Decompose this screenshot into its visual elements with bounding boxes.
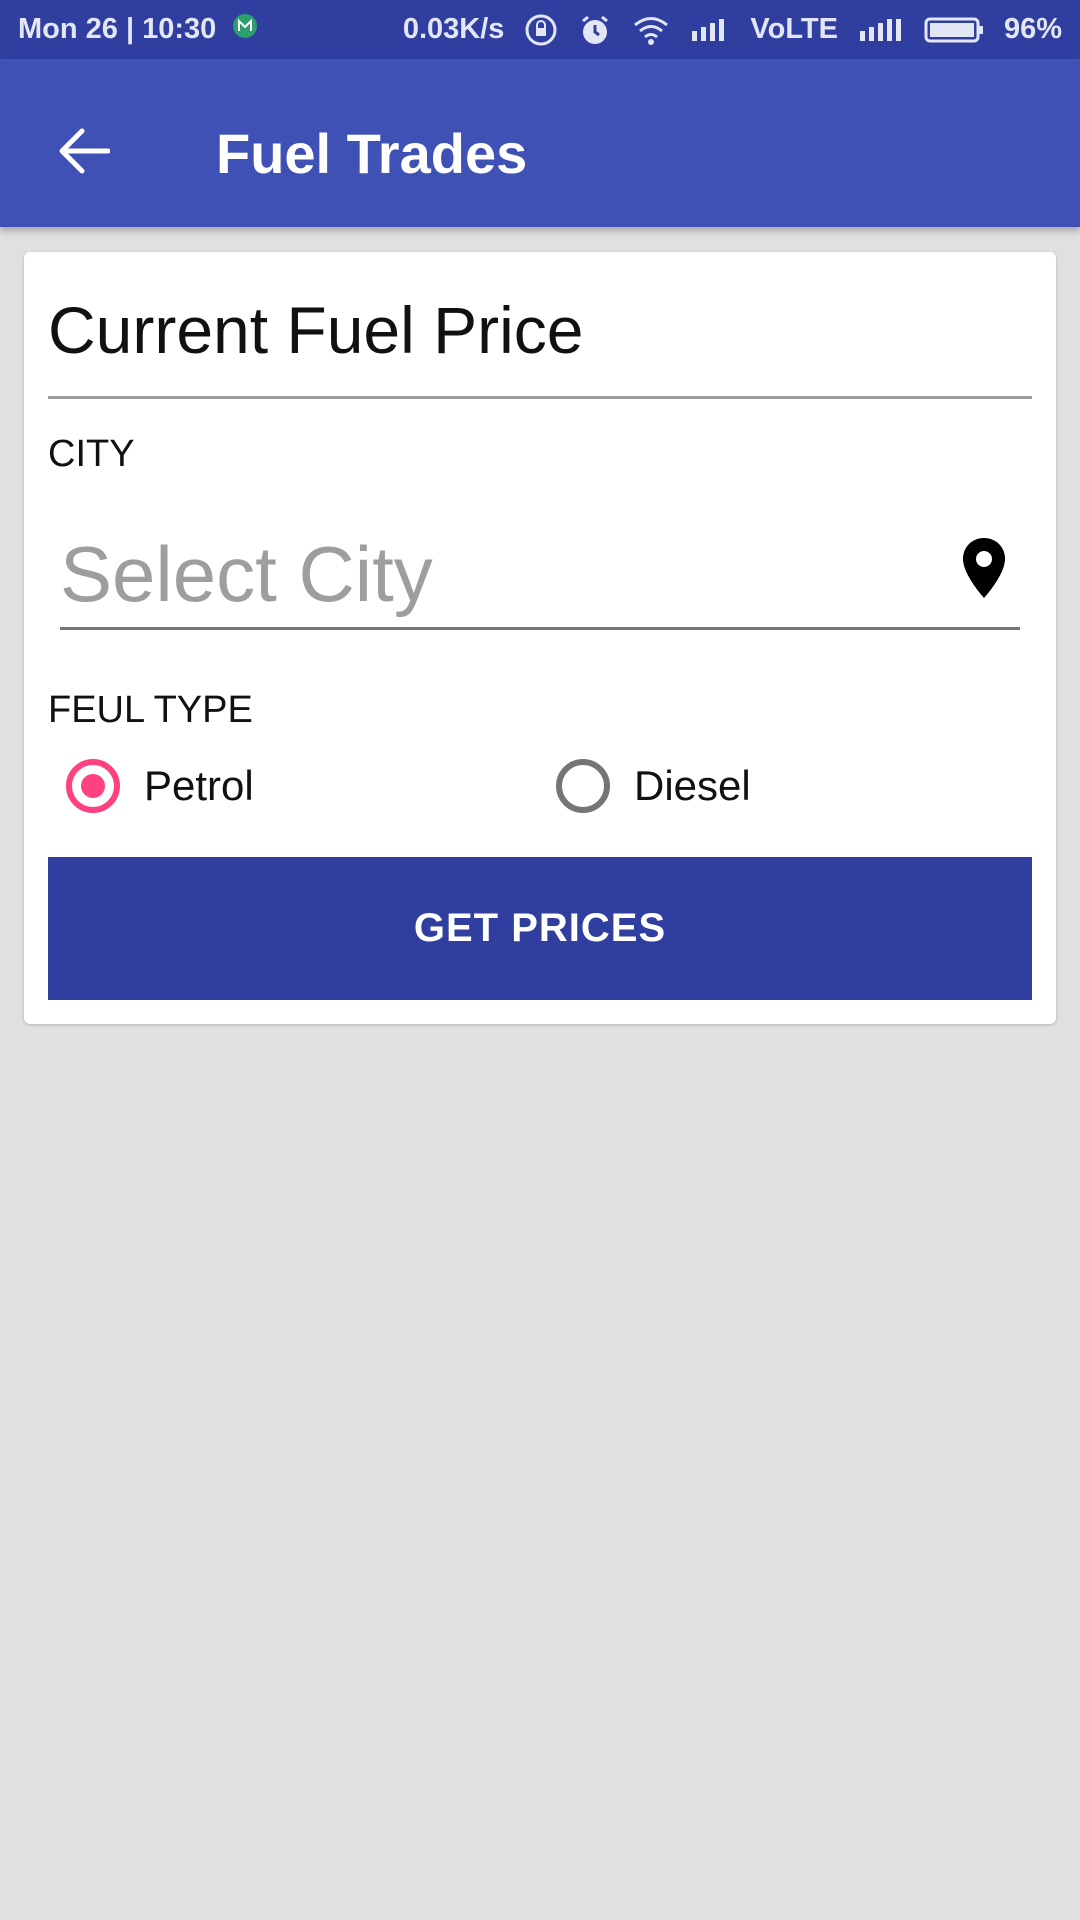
arrow-left-icon: [59, 128, 110, 174]
fuel-type-label: FEUL TYPE: [48, 689, 253, 731]
status-right: 0.03K/s VoLTE 96%: [383, 13, 1062, 47]
rotation-lock-icon: [524, 13, 558, 47]
city-input[interactable]: [60, 522, 1020, 630]
radio-petrol[interactable]: Petrol: [66, 748, 254, 824]
status-datetime: Mon 26 | 10:30: [18, 13, 217, 45]
heading-divider: [48, 396, 1032, 399]
back-button[interactable]: [44, 111, 124, 191]
radio-unchecked-icon: [556, 759, 610, 813]
radio-petrol-label: Petrol: [144, 762, 254, 809]
map-pin-icon[interactable]: [960, 536, 1008, 602]
signal-icon: [690, 17, 730, 43]
alarm-icon: [578, 13, 612, 47]
network-speed: 0.03K/s: [402, 13, 505, 45]
radio-diesel-label: Diesel: [634, 762, 751, 809]
network-type: VoLTE: [750, 13, 838, 45]
status-bar: Mon 26 | 10:30 0.03K/s VoLTE 96%: [0, 0, 1080, 59]
battery-percent: 96%: [1003, 13, 1062, 45]
city-label: CITY: [48, 433, 135, 475]
page-heading: Current Fuel Price: [48, 293, 584, 367]
app-bar: Fuel Trades: [0, 59, 1080, 227]
radio-checked-icon: [66, 759, 120, 813]
app-notification-icon: [232, 13, 258, 47]
app-title: Fuel Trades: [216, 122, 528, 185]
wifi-icon: [632, 15, 670, 45]
status-left: Mon 26 | 10:30: [18, 13, 258, 47]
signal-icon-2: [858, 17, 904, 43]
radio-diesel[interactable]: Diesel: [556, 748, 751, 824]
battery-icon: [924, 16, 984, 44]
get-prices-button[interactable]: GET PRICES: [48, 857, 1032, 1000]
